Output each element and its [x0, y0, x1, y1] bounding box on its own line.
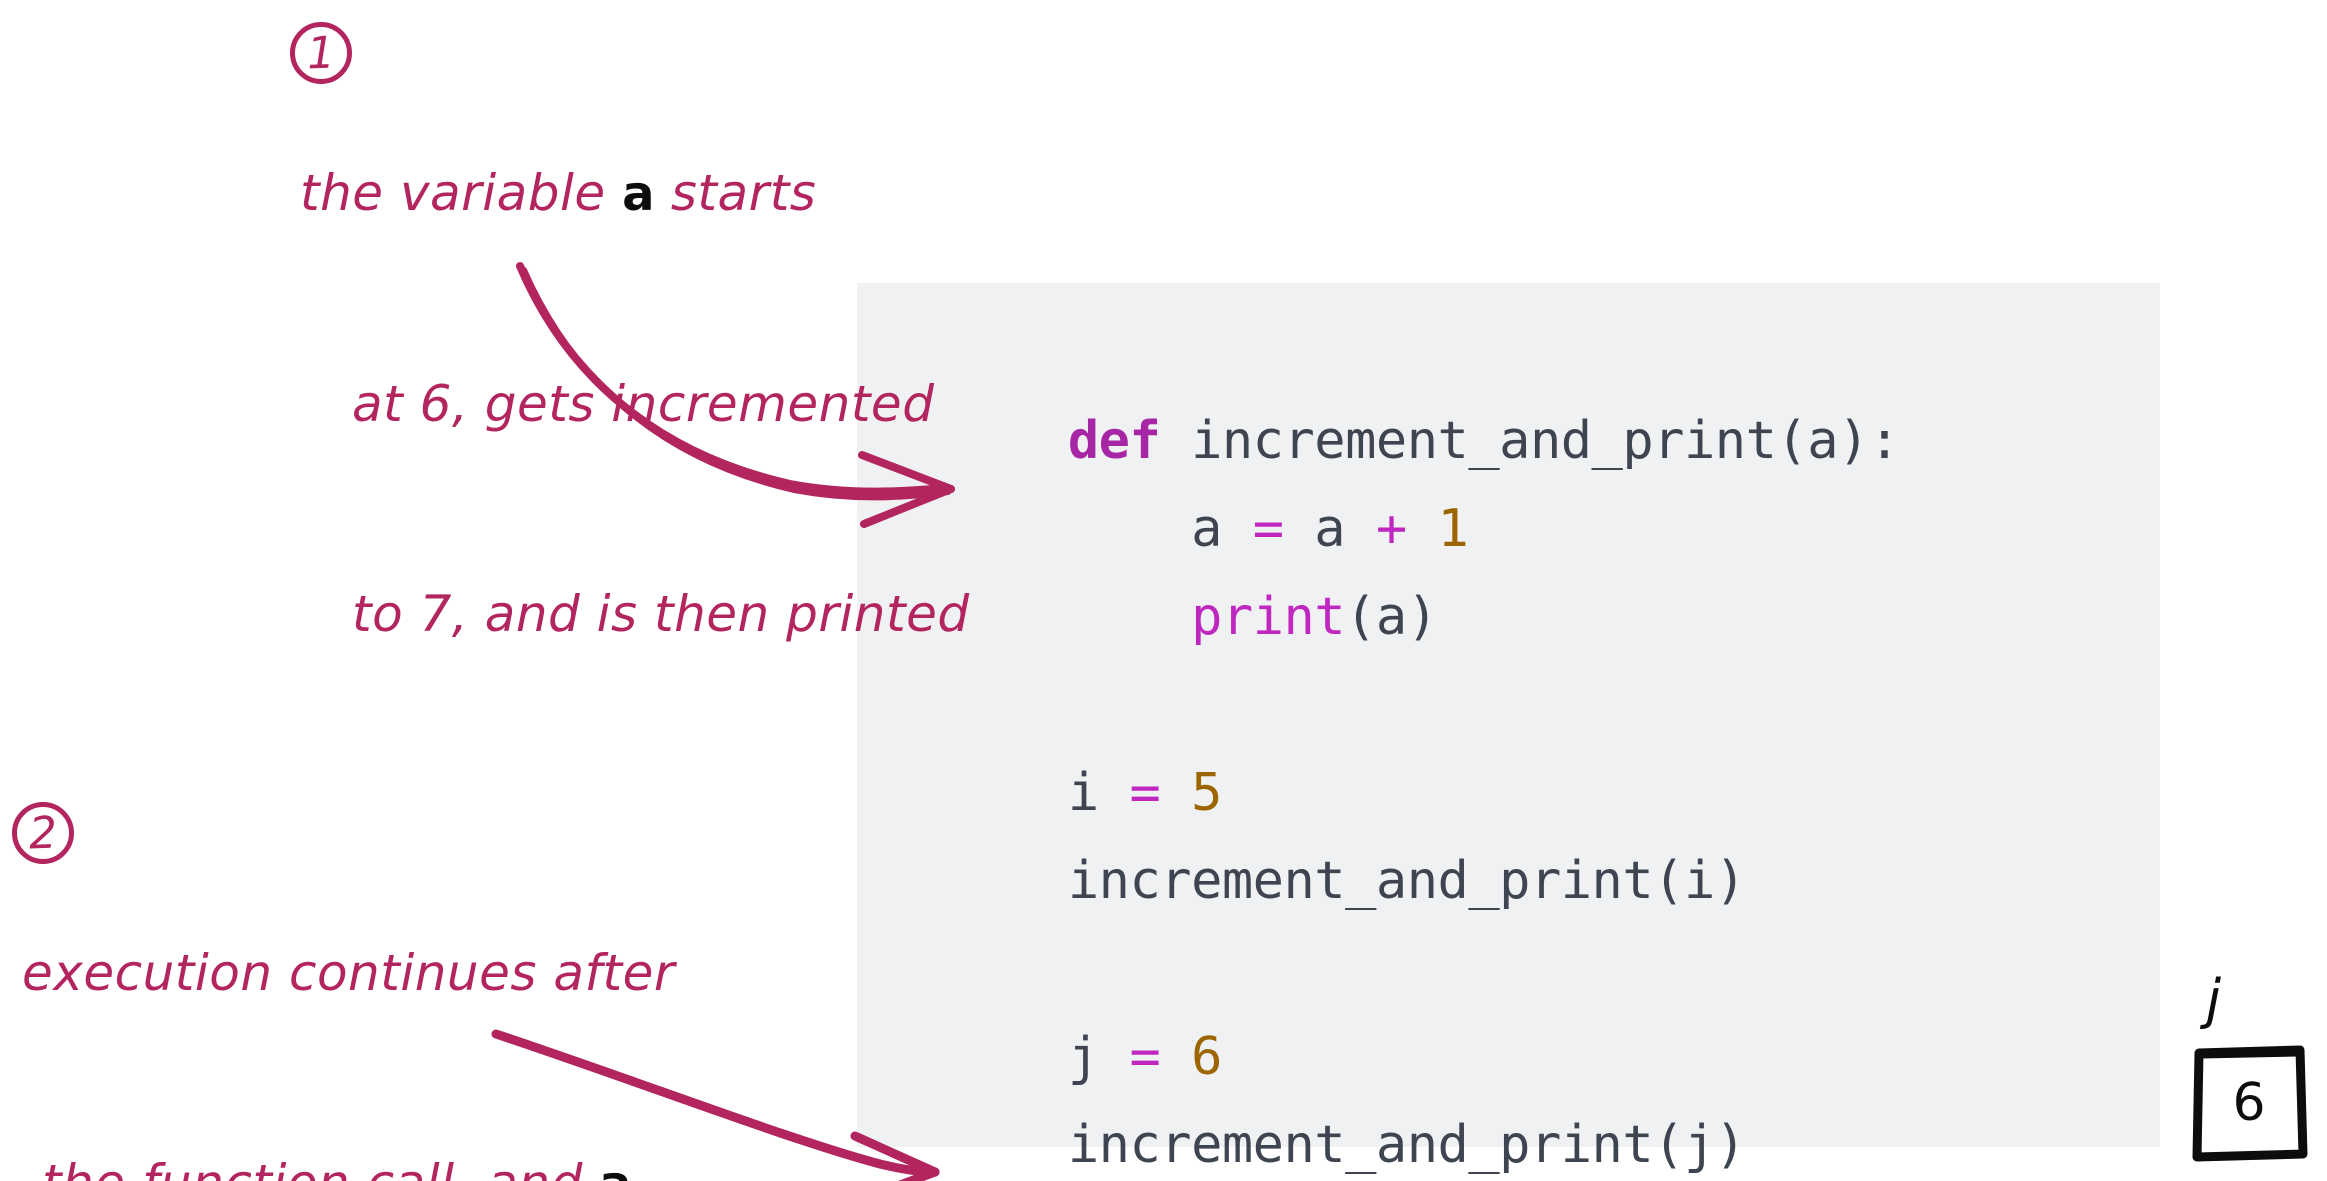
annotation-1-line-1-pre: the variable: [300, 164, 623, 222]
code-token-funcdef-signature: increment_and_print(a):: [1160, 411, 1900, 471]
code-line-5: i = 5: [883, 661, 2160, 823]
annotation-1-line-1: the variable a starts: [300, 158, 970, 229]
annotation-1-variable-a: a: [622, 166, 655, 222]
code-token-print-args: (a): [1345, 587, 1438, 647]
annotation-2-text: execution continues after the function c…: [22, 798, 675, 1181]
code-token-space-i: [1160, 763, 1191, 823]
code-line-1: def increment_and_print(a):: [883, 309, 2160, 471]
code-token-call-j: increment_and_print(j): [1067, 1115, 1746, 1175]
code-line-8: j = 6: [883, 925, 2160, 1087]
code-token-builtin-print: print: [1191, 587, 1346, 647]
code-token-space-j: [1160, 1027, 1191, 1087]
code-token-number-five: 5: [1191, 763, 1222, 823]
annotation-1-text: the variable a starts at 6, gets increme…: [300, 18, 970, 789]
annotation-2-line-2-pre: the function call, and: [42, 1154, 599, 1181]
code-token-assign-operator: =: [1252, 499, 1284, 559]
code-token-number-six: 6: [1191, 1027, 1222, 1087]
code-token-plus-operator: +: [1375, 499, 1407, 559]
variable-box-label: j: [2206, 968, 2222, 1031]
code-block: def increment_and_print(a): a = a + 1 pr…: [857, 283, 2160, 1175]
annotation-1-line-3: to 7, and is then printed: [352, 585, 970, 643]
code-token-var-j: j: [1067, 1027, 1130, 1087]
annotation-1-line-2: at 6, gets incremented: [352, 375, 935, 433]
annotation-2-variable-a: a: [599, 1156, 631, 1181]
slide-canvas: def increment_and_print(a): a = a + 1 pr…: [0, 0, 2327, 1181]
annotation-1-line-1-post: starts: [654, 164, 817, 222]
code-token-assign-operator-i: =: [1129, 763, 1161, 823]
code-token-operand-a: a: [1283, 499, 1376, 559]
code-token-indent-print: [1068, 587, 1191, 647]
code-token-number-one: 1: [1437, 499, 1469, 559]
code-token-keyword-def: def: [1067, 411, 1161, 471]
annotation-2-line-2: the function call, and a: [22, 1148, 675, 1181]
code-token-indent-a: a: [1067, 499, 1253, 559]
code-token-assign-operator-j: =: [1129, 1027, 1161, 1087]
annotation-2-line-1: execution continues after: [22, 944, 675, 1002]
variable-box-value: 6: [2232, 1073, 2266, 1133]
code-token-var-i: i: [1067, 763, 1130, 823]
code-token-call-i: increment_and_print(i): [1067, 851, 1746, 911]
